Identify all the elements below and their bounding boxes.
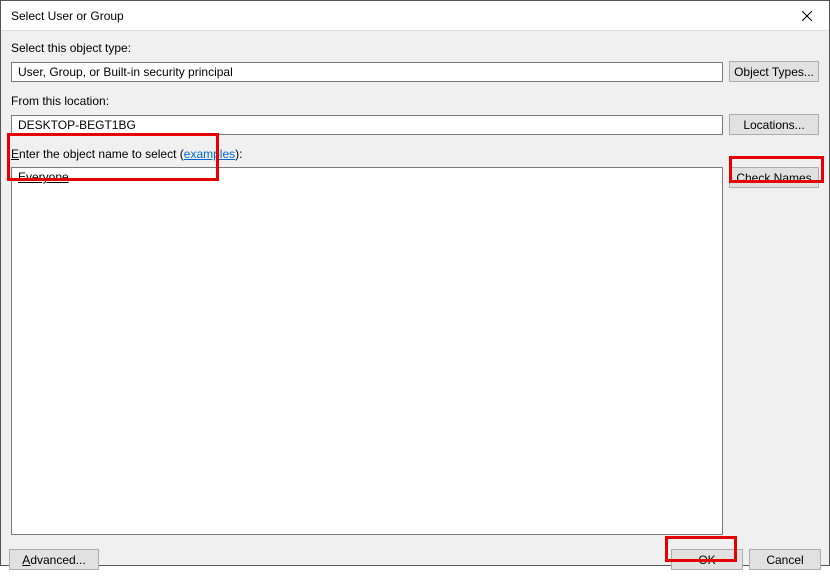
location-label: From this location: [11, 94, 819, 110]
entry-label-text: Enter the object name to select (example… [11, 147, 242, 161]
entry-row: Everyone Check Names [11, 167, 819, 535]
dialog-footer: Advanced... OK Cancel [1, 543, 829, 578]
advanced-button[interactable]: Advanced... [9, 549, 99, 570]
location-row: DESKTOP-BEGT1BG Locations... [11, 114, 819, 135]
close-icon [802, 11, 812, 21]
location-field[interactable]: DESKTOP-BEGT1BG [11, 115, 723, 135]
object-name-input[interactable]: Everyone [11, 167, 723, 535]
examples-link[interactable]: examples [184, 147, 235, 161]
object-type-field[interactable]: User, Group, or Built-in security princi… [11, 62, 723, 82]
window-title: Select User or Group [11, 9, 784, 23]
titlebar: Select User or Group [1, 1, 829, 31]
object-types-button[interactable]: Object Types... [729, 61, 819, 82]
object-type-row: User, Group, or Built-in security princi… [11, 61, 819, 82]
entry-label: Enter the object name to select (example… [11, 147, 819, 163]
locations-button[interactable]: Locations... [729, 114, 819, 135]
cancel-button[interactable]: Cancel [749, 549, 821, 570]
dialog-window: Select User or Group Select this object … [0, 0, 830, 566]
check-names-button[interactable]: Check Names [729, 167, 819, 188]
ok-button[interactable]: OK [671, 549, 743, 570]
object-type-label: Select this object type: [11, 41, 819, 57]
dialog-content: Select this object type: User, Group, or… [1, 31, 829, 543]
close-button[interactable] [784, 1, 829, 31]
object-name-value: Everyone [18, 170, 69, 184]
